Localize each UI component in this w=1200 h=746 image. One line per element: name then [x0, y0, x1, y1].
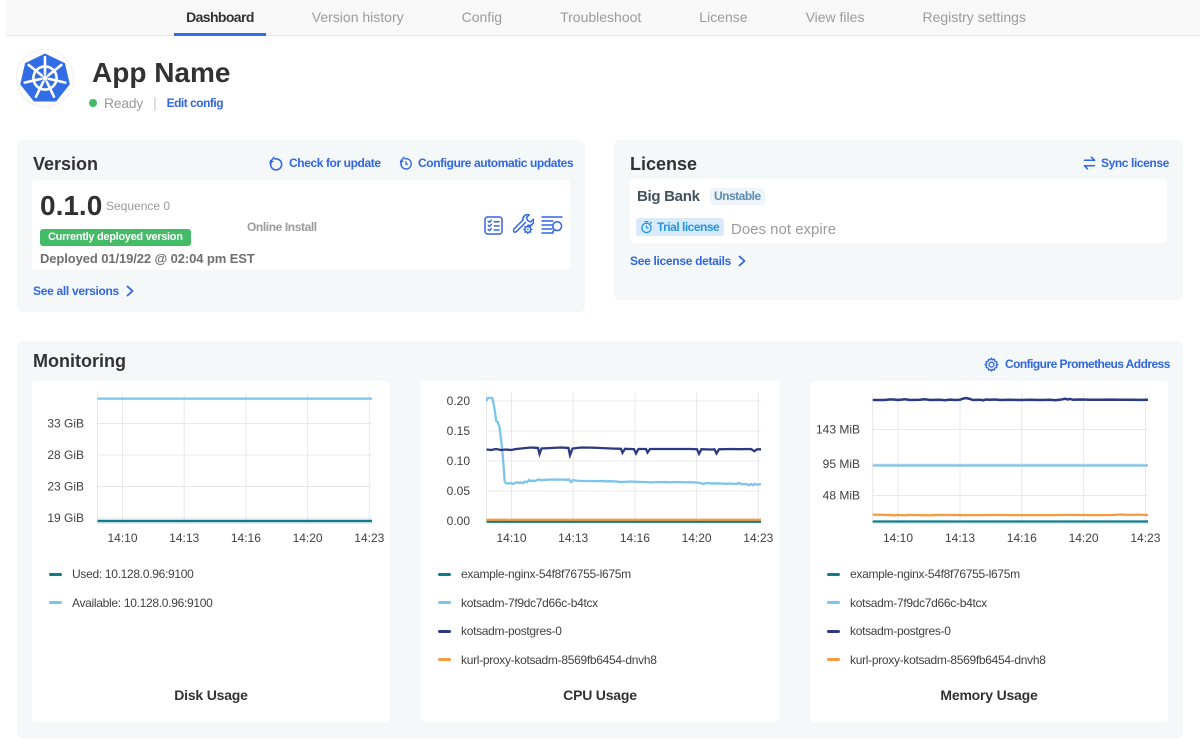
- svg-text:95 MiB: 95 MiB: [823, 457, 860, 471]
- svg-text:19 GiB: 19 GiB: [47, 511, 84, 525]
- svg-text:14:23: 14:23: [354, 531, 384, 545]
- svg-text:14:13: 14:13: [169, 531, 199, 545]
- svg-text:28 GiB: 28 GiB: [47, 448, 84, 462]
- svg-text:14:10: 14:10: [496, 531, 526, 545]
- svg-text:14:16: 14:16: [620, 531, 650, 545]
- svg-text:48 MiB: 48 MiB: [823, 489, 860, 503]
- svg-text:14:20: 14:20: [682, 531, 712, 545]
- svg-text:14:23: 14:23: [1130, 531, 1160, 545]
- svg-text:14:10: 14:10: [883, 531, 913, 545]
- svg-text:14:10: 14:10: [107, 531, 137, 545]
- svg-text:14:20: 14:20: [293, 531, 323, 545]
- svg-text:14:16: 14:16: [231, 531, 261, 545]
- svg-text:143 MiB: 143 MiB: [816, 423, 860, 437]
- svg-text:23 GiB: 23 GiB: [47, 480, 84, 494]
- svg-text:14:23: 14:23: [743, 531, 773, 545]
- svg-text:0.15: 0.15: [447, 424, 471, 438]
- svg-text:14:13: 14:13: [558, 531, 588, 545]
- svg-text:33 GiB: 33 GiB: [47, 417, 84, 431]
- svg-text:0.20: 0.20: [447, 394, 471, 408]
- svg-text:14:20: 14:20: [1069, 531, 1099, 545]
- svg-text:0.05: 0.05: [447, 484, 471, 498]
- svg-text:14:16: 14:16: [1007, 531, 1037, 545]
- svg-text:14:13: 14:13: [945, 531, 975, 545]
- svg-text:0.10: 0.10: [447, 454, 471, 468]
- svg-text:0.00: 0.00: [447, 514, 471, 528]
